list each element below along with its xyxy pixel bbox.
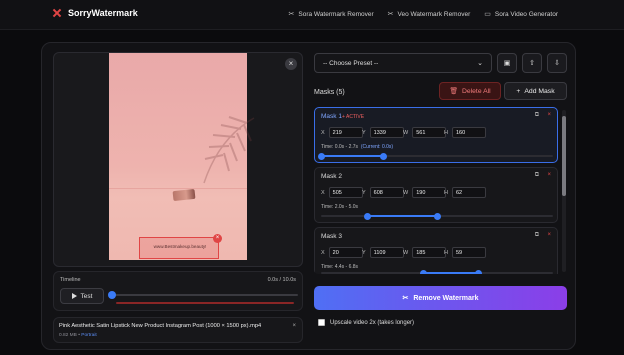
leaf-shadow-image xyxy=(203,116,255,184)
video-preview: www.Bestmakeup.beauty! × × xyxy=(53,52,303,267)
mask-x-field[interactable]: X 219 xyxy=(321,127,363,138)
add-mask-button[interactable]: + Add Mask xyxy=(504,82,567,100)
close-preview-button[interactable]: × xyxy=(285,58,297,70)
timeline-track[interactable] xyxy=(111,294,298,296)
nav-link-sora-remover[interactable]: ✂ Sora Watermark Remover xyxy=(288,10,374,19)
scissors-icon xyxy=(52,8,62,18)
file-info: Pink Aesthetic Satin Lipstick New Produc… xyxy=(53,317,303,343)
mask-card-2[interactable]: Mask 2 ⧉ × X 505 Y 608 W 190 H 62 Time: 2.0s… xyxy=(314,167,558,223)
scissors-icon: ✂ xyxy=(387,11,394,18)
status-badge: + ACTIVE xyxy=(342,114,365,120)
save-preset-button[interactable]: ▣ xyxy=(497,53,517,73)
mask-list: Mask 1 + ACTIVE ⧉ × X 219 Y 1339 W 561 H 160… xyxy=(314,107,567,274)
file-name: Pink Aesthetic Satin Lipstick New Produc… xyxy=(59,323,262,329)
timeline-time: 0.0s / 10.0s xyxy=(267,277,296,283)
export-button[interactable]: ⇧ xyxy=(522,53,542,73)
app-title: SorryWatermark xyxy=(68,8,138,18)
copy-icon[interactable]: ⧉ xyxy=(535,112,539,119)
upload-icon: ⇧ xyxy=(529,60,535,67)
mask-h-field[interactable]: H 160 xyxy=(444,127,486,138)
import-button[interactable]: ⇩ xyxy=(547,53,567,73)
range-thumb-end[interactable] xyxy=(475,269,483,274)
close-icon[interactable]: × xyxy=(292,323,296,329)
file-meta: 0.82 MB • Portrait xyxy=(59,333,97,338)
mask-overlay-active[interactable]: www.Bestmakeup.beauty! × xyxy=(139,234,222,259)
range-thumb-end[interactable] xyxy=(380,152,388,160)
mask-w-field[interactable]: W 190 xyxy=(403,187,447,198)
timeline-label: Timeline xyxy=(60,277,81,283)
mask-time: Time: 0.0s - 2.7s (Current: 0.0s) xyxy=(321,144,394,150)
nav-link-video-generator[interactable]: ▭ Sora Video Generator xyxy=(484,10,558,19)
preset-select[interactable]: -- Choose Preset -- ⌄ xyxy=(314,53,492,73)
range-thumb-start[interactable] xyxy=(419,269,427,274)
download-icon: ⇩ xyxy=(554,60,560,67)
mask-y-field[interactable]: Y 1339 xyxy=(362,127,404,138)
play-icon xyxy=(71,293,77,299)
trash-icon: 🗑 xyxy=(449,88,458,95)
mask-time-slider[interactable] xyxy=(321,269,553,274)
video-icon: ▭ xyxy=(484,11,491,18)
plus-icon: + xyxy=(516,87,521,95)
delete-all-button[interactable]: 🗑 Delete All xyxy=(439,82,501,100)
timeline-panel: Timeline 0.0s / 10.0s Test xyxy=(53,271,303,311)
floor-line xyxy=(109,188,247,189)
close-icon[interactable]: × xyxy=(213,234,222,243)
mask-y-field[interactable]: Y 1109 xyxy=(362,247,404,258)
nav-link-veo-remover[interactable]: ✂ Veo Watermark Remover xyxy=(387,10,471,19)
delete-icon[interactable]: × xyxy=(547,172,551,178)
scissors-icon: ✂ xyxy=(402,295,409,302)
scrollbar-thumb[interactable] xyxy=(562,116,566,196)
checkbox[interactable] xyxy=(318,319,325,326)
lipstick-image xyxy=(172,188,196,202)
mask-range-bar xyxy=(116,302,294,304)
mask-time: Time: 2.0s - 5.0s xyxy=(321,204,359,210)
chevron-down-icon: ⌄ xyxy=(477,60,483,67)
range-thumb-start[interactable] xyxy=(317,152,325,160)
mask-h-field[interactable]: H 62 xyxy=(444,187,486,198)
mask-x-field[interactable]: X 20 xyxy=(321,247,363,258)
mask-w-field[interactable]: W 561 xyxy=(403,127,447,138)
mask-time-slider[interactable] xyxy=(321,212,553,220)
range-thumb-start[interactable] xyxy=(363,212,371,220)
delete-icon[interactable]: × xyxy=(547,232,551,238)
mask-x-field[interactable]: X 505 xyxy=(321,187,363,198)
video-frame[interactable]: www.Bestmakeup.beauty! × xyxy=(109,53,255,260)
mask-time: Time: 4.4s - 6.8s xyxy=(321,264,359,270)
logo[interactable]: SorryWatermark xyxy=(52,8,138,18)
copy-icon[interactable]: ⧉ xyxy=(535,232,539,239)
masks-title: Masks (5) xyxy=(314,89,345,96)
upscale-checkbox[interactable]: Upscale video 2x (takes longer) xyxy=(318,319,414,326)
remove-watermark-button[interactable]: ✂ Remove Watermark xyxy=(314,286,567,310)
range-thumb-end[interactable] xyxy=(433,212,441,220)
mask-card-1[interactable]: Mask 1 + ACTIVE ⧉ × X 219 Y 1339 W 561 H 160… xyxy=(314,107,558,163)
timeline-scrubber[interactable] xyxy=(108,291,116,299)
delete-icon[interactable]: × xyxy=(547,112,551,118)
mask-card-3[interactable]: Mask 3 ⧉ × X 20 Y 1109 W 185 H 59 Time: 4.4s… xyxy=(314,227,558,274)
mask-y-field[interactable]: Y 608 xyxy=(362,187,404,198)
editor-card: www.Bestmakeup.beauty! × × Timeline 0.0s… xyxy=(41,42,576,350)
mask-list-scrollbar[interactable] xyxy=(562,110,566,272)
copy-icon[interactable]: ⧉ xyxy=(535,172,539,179)
save-icon: ▣ xyxy=(503,60,511,67)
mask-h-field[interactable]: H 59 xyxy=(444,247,486,258)
scissors-icon: ✂ xyxy=(288,11,295,18)
watermark-text: www.Bestmakeup.beauty! xyxy=(153,244,207,249)
test-button[interactable]: Test xyxy=(60,288,104,304)
mask-w-field[interactable]: W 185 xyxy=(403,247,447,258)
mask-time-slider[interactable] xyxy=(317,152,553,160)
top-nav: SorryWatermark ✂ Sora Watermark Remover ✂… xyxy=(0,0,624,30)
